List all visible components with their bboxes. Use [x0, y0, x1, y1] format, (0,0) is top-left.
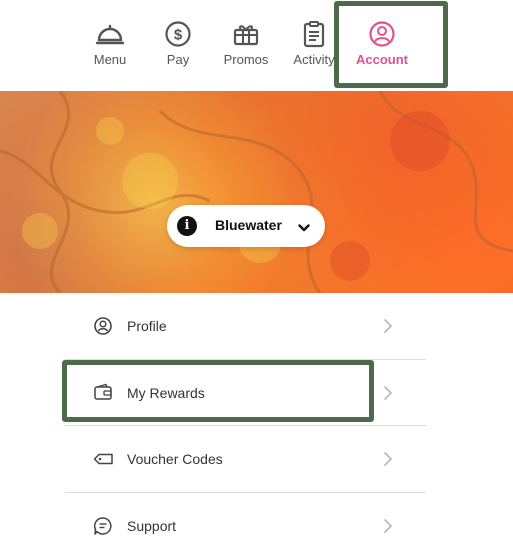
- chevron-right-icon: [383, 451, 393, 472]
- nav-pay-label: Pay: [166, 52, 190, 67]
- svg-text:$: $: [174, 27, 183, 44]
- message-icon: [93, 516, 115, 536]
- menu-item-profile[interactable]: Profile: [65, 293, 426, 360]
- nav-menu-label: Menu: [93, 52, 127, 67]
- location-name: Bluewater: [215, 217, 282, 233]
- chevron-right-icon: [383, 385, 393, 406]
- menu-item-label: Profile: [127, 318, 167, 334]
- cloche-icon: [75, 20, 145, 48]
- chevron-right-icon: [383, 518, 393, 539]
- clipboard-icon: [279, 20, 349, 48]
- menu-item-voucher-codes[interactable]: Voucher Codes: [65, 426, 426, 493]
- tag-icon: [93, 449, 115, 469]
- location-banner: [0, 91, 513, 293]
- chevron-down-icon: [298, 220, 310, 238]
- user-circle-icon: [347, 20, 417, 48]
- nav-menu[interactable]: Menu: [75, 20, 145, 70]
- dollar-circle-icon: $: [143, 20, 213, 48]
- menu-item-my-rewards[interactable]: My Rewards: [65, 360, 426, 426]
- menu-item-support[interactable]: Support: [65, 493, 426, 551]
- nav-account[interactable]: Account: [347, 20, 417, 70]
- chevron-right-icon: [383, 318, 393, 339]
- menu-item-label: Voucher Codes: [127, 451, 223, 467]
- account-menu-list: Profile My Rewards Voucher Codes Support: [65, 293, 426, 551]
- banner-pattern: [0, 91, 513, 293]
- top-navigation: Menu $ Pay Promos Activity Account: [0, 0, 513, 91]
- gift-icon: [211, 20, 281, 48]
- user-circle-icon: [93, 316, 115, 336]
- nav-promos[interactable]: Promos: [211, 20, 281, 70]
- nav-pay[interactable]: $ Pay: [143, 20, 213, 70]
- nav-activity-label: Activity: [293, 52, 335, 67]
- menu-item-label: My Rewards: [127, 384, 205, 401]
- nav-account-label: Account: [356, 52, 408, 67]
- menu-item-label: Support: [127, 517, 177, 534]
- info-icon[interactable]: i: [177, 216, 197, 236]
- location-selector[interactable]: i Bluewater: [167, 205, 325, 247]
- nav-promos-label: Promos: [223, 52, 269, 67]
- wallet-icon: [93, 383, 115, 403]
- nav-activity[interactable]: Activity: [279, 20, 349, 70]
